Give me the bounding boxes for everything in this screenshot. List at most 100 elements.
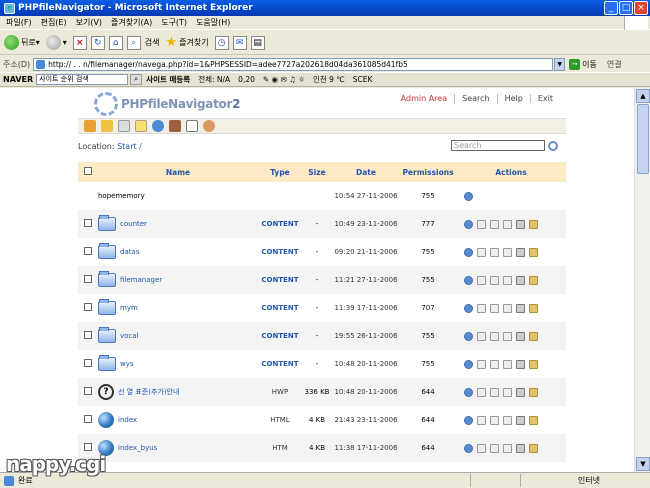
note-icon[interactable] xyxy=(135,120,147,132)
app-logo[interactable]: PHPfileNavigator2 xyxy=(94,92,240,116)
lock-icon[interactable] xyxy=(529,415,538,425)
table-row[interactable]: mym CONTENT - 11:39 17-11-2006 707 xyxy=(78,294,566,322)
lock-icon[interactable] xyxy=(529,247,538,257)
file-name[interactable]: index_byus xyxy=(118,444,157,452)
window-icon[interactable] xyxy=(186,120,198,132)
rename-icon[interactable] xyxy=(503,443,512,453)
lock-icon[interactable] xyxy=(529,359,538,369)
lock-icon[interactable] xyxy=(529,387,538,397)
info-icon[interactable] xyxy=(464,443,473,453)
tools-icon[interactable] xyxy=(169,120,181,132)
move-icon[interactable] xyxy=(490,415,499,425)
file-name[interactable]: mym xyxy=(120,304,138,312)
magnifier-icon[interactable] xyxy=(548,140,558,151)
links-label[interactable]: 연결 xyxy=(607,59,622,70)
move-icon[interactable] xyxy=(490,359,499,369)
menu-help[interactable]: 도움말(H) xyxy=(196,17,230,28)
scroll-up-icon[interactable]: ▲ xyxy=(636,89,650,103)
admin-area-link[interactable]: Admin Area xyxy=(394,94,454,103)
col-size[interactable]: Size xyxy=(302,162,332,182)
file-name[interactable]: 선 열 표준(추가)안내 xyxy=(118,387,179,397)
location-start-link[interactable]: Start / xyxy=(117,142,142,151)
info-icon[interactable] xyxy=(464,247,473,257)
menu-edit[interactable]: 편집(E) xyxy=(41,17,67,28)
copy-icon[interactable] xyxy=(477,443,486,453)
upload-icon[interactable] xyxy=(84,120,96,132)
file-name[interactable]: index xyxy=(118,416,137,424)
lock-icon[interactable] xyxy=(529,303,538,313)
address-input[interactable]: http:// . . n/filemanager/navega.php?id=… xyxy=(33,57,554,71)
info-icon[interactable] xyxy=(464,359,473,369)
stop-icon[interactable]: × xyxy=(72,35,87,50)
move-icon[interactable] xyxy=(490,387,499,397)
naver-weather[interactable]: 인천 9 ℃ xyxy=(313,74,345,85)
table-row[interactable]: filemanager CONTENT -11:21 27-11-2006 755 xyxy=(78,266,566,294)
file-name[interactable]: vocal xyxy=(120,332,139,340)
menu-favorites[interactable]: 즐겨찾기(A) xyxy=(111,17,152,28)
file-search-input[interactable]: Search xyxy=(451,140,545,151)
table-row[interactable]: ? 선 열 표준(추가)안내 HWP 336 KB 10:48 20-11-2006 64… xyxy=(78,378,566,406)
col-date[interactable]: Date xyxy=(332,162,400,182)
rename-icon[interactable] xyxy=(503,359,512,369)
naver-search-input[interactable]: 사이트 순위 검색 xyxy=(36,74,129,85)
naver-site-register[interactable]: 사이트 매등록 xyxy=(146,74,190,85)
trash-icon[interactable] xyxy=(516,387,525,397)
info-icon[interactable] xyxy=(464,303,473,313)
file-name[interactable]: datas xyxy=(120,248,139,256)
print-icon[interactable]: ▤ xyxy=(250,35,265,50)
rename-icon[interactable] xyxy=(503,331,512,341)
naver-tools-icons[interactable]: ✎ ◉ ✉ ♫ ☼ xyxy=(263,75,305,84)
copy-icon[interactable] xyxy=(477,219,486,229)
user-icon[interactable] xyxy=(203,120,215,132)
col-type[interactable]: Type xyxy=(258,162,302,182)
col-permissions[interactable]: Permissions xyxy=(400,162,456,182)
lock-icon[interactable] xyxy=(529,219,538,229)
history-icon[interactable]: ◷ xyxy=(214,35,229,50)
lock-icon[interactable] xyxy=(529,331,538,341)
row-checkbox[interactable] xyxy=(84,443,92,451)
move-icon[interactable] xyxy=(490,275,499,285)
scroll-down-icon[interactable]: ▼ xyxy=(636,457,650,471)
copy-icon[interactable] xyxy=(477,387,486,397)
copy-icon[interactable] xyxy=(477,247,486,257)
row-checkbox[interactable] xyxy=(84,247,92,255)
mail-icon[interactable]: ✉ xyxy=(232,35,247,50)
globe-icon[interactable] xyxy=(152,120,164,132)
naver-stock[interactable]: SCEK xyxy=(353,75,373,84)
home-icon[interactable]: ⌂ xyxy=(108,35,123,50)
lock-icon[interactable] xyxy=(529,275,538,285)
address-dropdown[interactable]: ▼ xyxy=(554,57,566,71)
copy-icon[interactable] xyxy=(477,331,486,341)
trash-icon[interactable] xyxy=(516,331,525,341)
table-row[interactable]: vocal CONTENT -19:55 26-11-2006 755 xyxy=(78,322,566,350)
row-checkbox[interactable] xyxy=(84,331,92,339)
trash-icon[interactable] xyxy=(516,247,525,257)
close-button[interactable]: × xyxy=(634,1,648,15)
copy-icon[interactable] xyxy=(477,275,486,285)
info-icon[interactable] xyxy=(464,191,473,201)
file-name[interactable]: wys xyxy=(120,360,134,368)
refresh-icon[interactable]: ↻ xyxy=(90,35,105,50)
table-row[interactable]: hopememory 10:54 27-11-2006 755 xyxy=(78,182,566,210)
trash-icon[interactable] xyxy=(516,359,525,369)
table-row[interactable]: wys CONTENT - 10:48 20-11-2006 755 xyxy=(78,350,566,378)
copy-icon[interactable] xyxy=(477,415,486,425)
info-icon[interactable] xyxy=(464,219,473,229)
file-name[interactable]: hopememory xyxy=(98,192,145,200)
favorites-button[interactable]: ★ 즐겨찾기 xyxy=(166,35,209,50)
menu-view[interactable]: 보기(V) xyxy=(76,17,102,28)
search-link[interactable]: Search xyxy=(454,94,496,103)
info-icon[interactable] xyxy=(464,275,473,285)
lock-icon[interactable] xyxy=(529,443,538,453)
table-row[interactable]: datas CONTENT - 09:20 21-11-2006 755 xyxy=(78,238,566,266)
trash-icon[interactable] xyxy=(516,443,525,453)
trash-icon[interactable] xyxy=(516,303,525,313)
row-checkbox[interactable] xyxy=(84,219,92,227)
rename-icon[interactable] xyxy=(503,275,512,285)
col-name[interactable]: Name xyxy=(98,162,258,182)
trash-icon[interactable] xyxy=(516,275,525,285)
maximize-button[interactable]: □ xyxy=(619,1,633,15)
row-checkbox[interactable] xyxy=(84,387,92,395)
rename-icon[interactable] xyxy=(503,303,512,313)
rename-icon[interactable] xyxy=(503,219,512,229)
